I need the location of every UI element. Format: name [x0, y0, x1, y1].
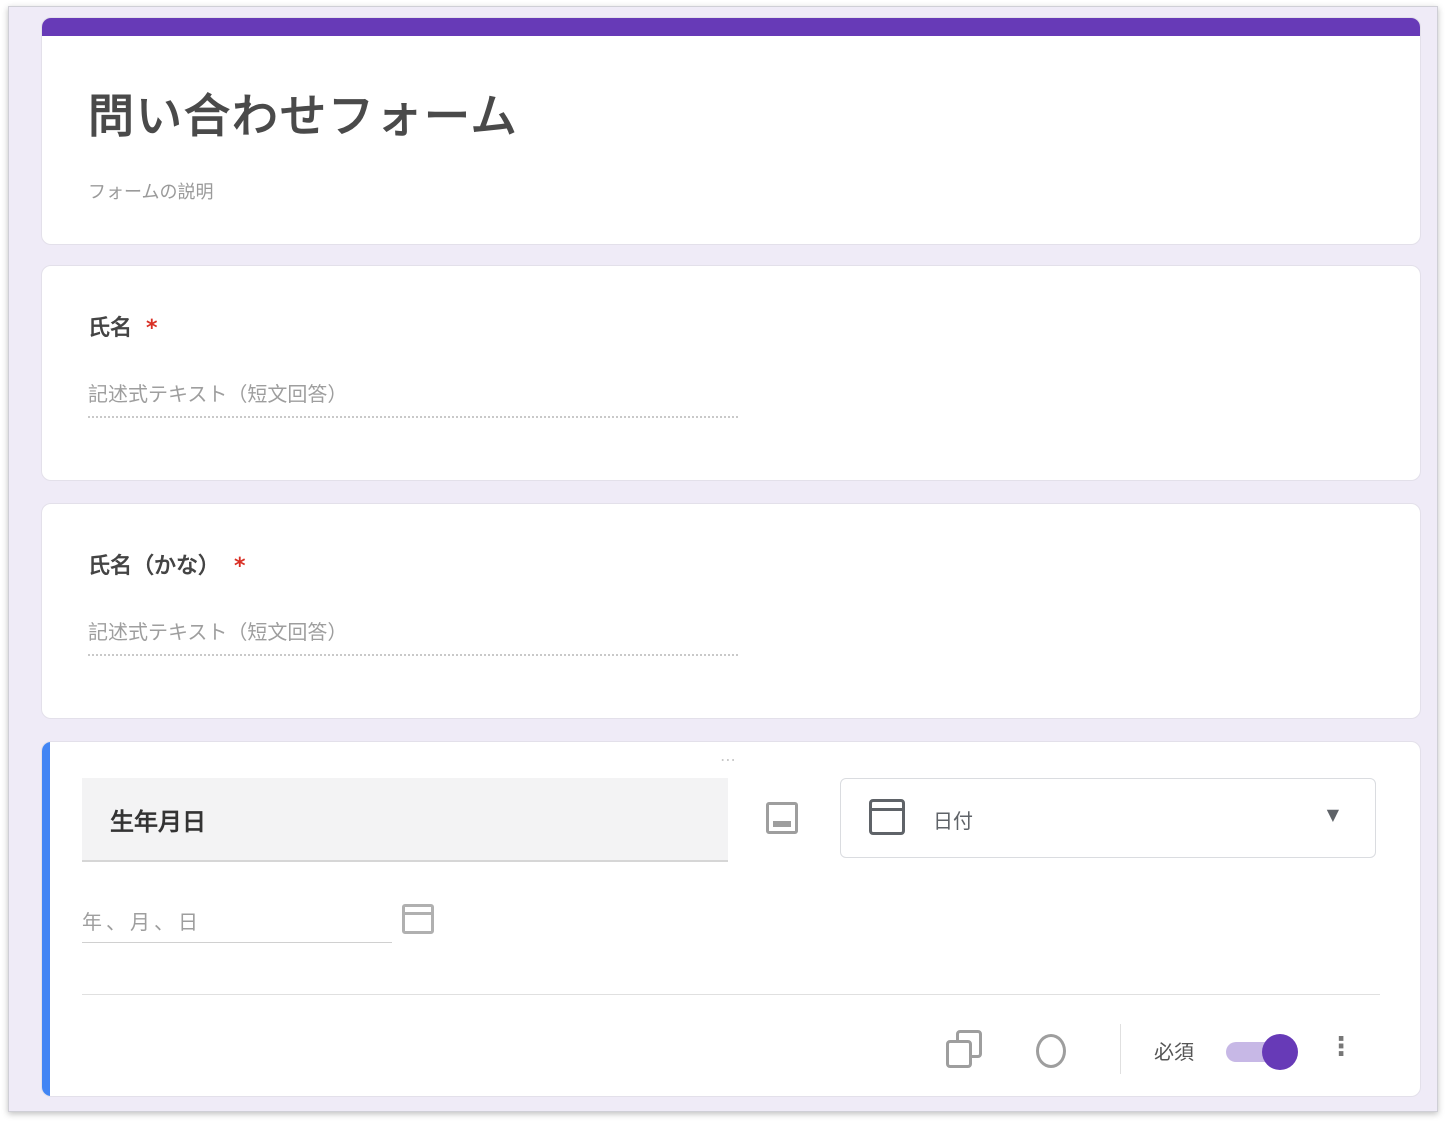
question-card-name-kana[interactable]: 氏名（かな） * 記述式テキスト（短文回答）: [41, 503, 1421, 719]
chevron-down-icon: ▼: [1326, 805, 1339, 824]
short-answer-placeholder: 記述式テキスト（短文回答）: [88, 620, 348, 644]
form-description[interactable]: フォームの説明: [88, 178, 213, 204]
toolbar-separator: [1120, 1024, 1121, 1074]
answer-underline: [88, 654, 738, 656]
form-title[interactable]: 問い合わせフォーム: [88, 80, 519, 146]
calendar-icon: [869, 799, 905, 835]
short-answer-placeholder: 記述式テキスト（短文回答）: [88, 382, 348, 406]
more-options-icon[interactable]: ⋮: [1328, 1032, 1354, 1062]
active-question-indicator: [42, 742, 50, 1096]
question-title-text: 生年月日: [110, 807, 206, 836]
required-label: 必須: [1154, 1040, 1194, 1064]
duplicate-icon[interactable]: [946, 1030, 986, 1072]
question-title-text: 氏名: [88, 316, 133, 341]
question-card-birthdate-active[interactable]: ⋯ 生年月日 日付 ▼ 年、月、日 必須 ⋮: [41, 741, 1421, 1097]
form-editor-frame: 問い合わせフォーム フォームの説明 氏名 * 記述式テキスト（短文回答） 氏名（か…: [8, 6, 1438, 1112]
question-title: 氏名 *: [88, 310, 158, 342]
question-type-label: 日付: [933, 809, 973, 833]
delete-icon[interactable]: [1036, 1034, 1066, 1068]
form-title-card[interactable]: 問い合わせフォーム フォームの説明: [41, 17, 1421, 245]
answer-underline: [88, 416, 738, 418]
question-card-name[interactable]: 氏名 * 記述式テキスト（短文回答）: [41, 265, 1421, 481]
theme-accent-bar: [42, 18, 1420, 36]
drag-handle-icon[interactable]: ⋯: [720, 750, 738, 769]
required-toggle[interactable]: [1226, 1034, 1298, 1070]
date-underline: [82, 942, 392, 943]
required-asterisk: *: [146, 316, 158, 341]
question-title-input[interactable]: 生年月日: [82, 778, 728, 862]
question-type-dropdown[interactable]: 日付 ▼: [840, 778, 1376, 858]
date-calendar-icon: [402, 904, 434, 934]
add-image-icon[interactable]: [766, 802, 798, 834]
footer-divider: [82, 994, 1380, 995]
date-placeholder: 年、月、日: [82, 910, 202, 934]
question-title: 氏名（かな） *: [88, 548, 246, 580]
required-asterisk: *: [234, 554, 246, 579]
question-title-text: 氏名（かな）: [88, 554, 221, 579]
